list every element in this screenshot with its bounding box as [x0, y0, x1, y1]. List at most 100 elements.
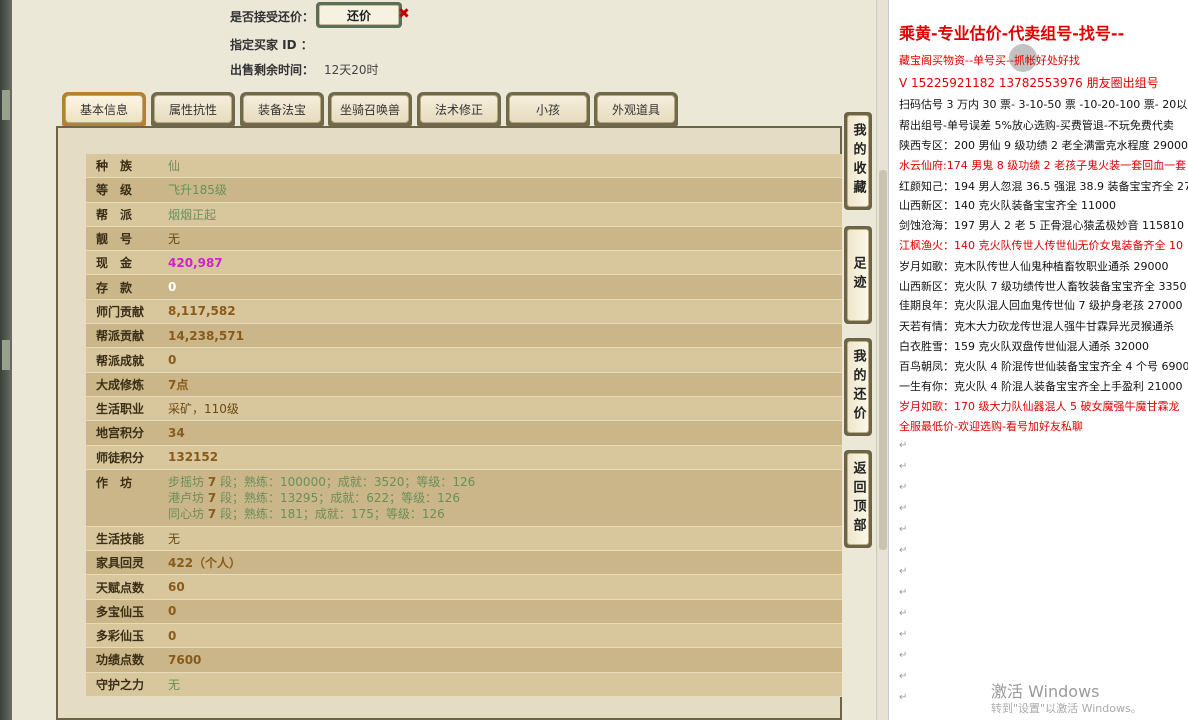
doc-line: 百鸟朝凤：克火队 4 阶混传世仙装备宝宝齐全 4 个号 6900	[899, 360, 1188, 373]
doc-line: 藏宝阁买物资--单号买--抓帐好处好找	[899, 54, 1080, 67]
tab-label: 基本信息	[65, 95, 143, 123]
row-value: 420,987	[168, 255, 223, 270]
table-row: 存 款 0	[86, 275, 842, 300]
table-row: 作 坊 步摇坊 7 段；熟练：100000；成就：3520；等级：126 港卢坊…	[86, 469, 842, 527]
close-icon[interactable]: ✖	[398, 6, 410, 22]
table-row: 多宝仙玉 0	[86, 599, 842, 625]
footprints-button[interactable]: 足迹	[844, 226, 872, 324]
table-row: 大成修炼 7点	[86, 372, 842, 397]
workshop-line: 步摇坊 7 段；熟练：100000；成就：3520；等级：126	[168, 474, 475, 490]
row-value: 仙	[168, 159, 181, 174]
row-label: 生活技能	[96, 532, 145, 546]
tab-basic-info[interactable]: 基本信息	[62, 92, 146, 126]
tab-spell-correction[interactable]: 法术修正	[417, 92, 501, 126]
tab-appearance[interactable]: 外观道具	[594, 92, 678, 126]
row-label: 靓 号	[96, 232, 133, 247]
doc-line: 帮出组号-单号误差 5%放心选购-买费管退-不玩免费代卖	[899, 119, 1174, 132]
table-row: 帮派成就 0	[86, 348, 842, 373]
table-row: 师徒积分 132152	[86, 445, 842, 470]
workshop-name: 同心坊	[168, 506, 205, 521]
offer-button[interactable]: 还价	[316, 2, 402, 28]
workshop-level: 7	[207, 490, 217, 505]
back-to-top-button[interactable]: 返回顶部	[844, 450, 872, 548]
doc-line: 红颜知己：194 男人忽混 36.5 强混 38.9 装备宝宝齐全 270	[899, 180, 1188, 193]
side-button-label: 我的收藏	[847, 115, 869, 207]
tab-label: 属性抗性	[154, 95, 232, 123]
table-row: 种 族仙	[86, 154, 842, 179]
doc-line: 扫码估号 3 万内 30 票- 3-10-50 票 -10-20-100 票- …	[899, 98, 1188, 111]
doc-line: 江枫渔火：140 克火队传世人传世仙无价女鬼装备齐全 10	[899, 239, 1183, 252]
row-label: 多宝仙玉	[96, 604, 145, 619]
table-row: 现 金 420,987	[86, 251, 842, 276]
paragraph-mark: ↵	[899, 692, 908, 703]
workshop-detail: 段；熟练：13295；成就：622；等级：126	[220, 490, 461, 505]
activate-windows-watermark: 激活 Windows	[991, 682, 1100, 701]
table-row: 多彩仙玉 0	[86, 624, 842, 649]
table-row: 靓 号无	[86, 226, 842, 252]
workshop-detail: 段；熟练：100000；成就：3520；等级：126	[220, 474, 476, 489]
scrollbar-thumb[interactable]	[879, 170, 887, 550]
tab-equipment[interactable]: 装备法宝	[240, 92, 324, 126]
row-value: 14,238,571	[168, 328, 244, 343]
tab-attributes[interactable]: 属性抗性	[151, 92, 235, 126]
table-row: 师门贡献 8,117,582	[86, 299, 842, 325]
table-row: 天赋点数 60	[86, 575, 842, 600]
doc-line: 岁月如歌：170 级大力队仙器混人 5 破女魔强牛魔甘霖龙	[899, 400, 1180, 413]
row-label: 天赋点数	[96, 580, 145, 595]
tab-mounts-pets[interactable]: 坐骑召唤兽	[328, 92, 412, 126]
workshop-line: 同心坊 7 段；熟练：181；成就：175；等级：126	[168, 506, 475, 522]
doc-line: 全服最低价-欢迎选购-看号加好友私聊	[899, 420, 1083, 433]
time-left-label: 出售剩余时间：	[230, 63, 315, 77]
my-offers-button[interactable]: 我的还价	[844, 338, 872, 436]
row-value: 34	[168, 425, 185, 440]
side-button-label: 我的还价	[847, 341, 869, 433]
paragraph-mark: ↵	[899, 629, 908, 640]
page-scrollbar[interactable]	[876, 0, 888, 720]
row-value: 60	[168, 580, 185, 595]
workshop-name: 步摇坊	[168, 474, 205, 489]
doc-line: 一生有你：克火队 4 阶混人装备宝宝齐全上手盈利 21000	[899, 380, 1183, 393]
row-value: 0	[168, 280, 177, 295]
row-label: 帮派贡献	[96, 329, 145, 344]
accept-offer-label: 是否接受还价：	[230, 10, 315, 24]
buyer-id-label: 指定买家 ID ：	[230, 38, 313, 52]
workshop-level: 7	[207, 474, 217, 489]
doc-line: 剑蚀沧海：197 男人 2 老 5 正骨混心猿孟极妙音 115810	[899, 219, 1184, 232]
table-row: 等 级 飞升185级	[86, 178, 842, 203]
doc-line: 陕西专区：200 男仙 9 级功绩 2 老全满雷克水程度 29000	[899, 139, 1188, 152]
doc-line: 山西新区：克火队 7 级功绩传世人畜牧装备宝宝齐全 3350	[899, 280, 1187, 293]
row-label: 现 金	[96, 256, 133, 271]
table-row: 帮 派 烟烟正起	[86, 202, 842, 227]
row-label: 大成修炼	[96, 377, 145, 392]
tab-label: 坐骑召唤兽	[331, 95, 409, 123]
paragraph-mark: ↵	[899, 440, 908, 451]
doc-line: 天若有情：克木大力砍龙传世混人强牛甘霖异光灵猴通杀	[899, 320, 1174, 333]
row-label: 家具回灵	[96, 556, 145, 571]
paragraph-mark: ↵	[899, 545, 908, 556]
desktop-edge-marker	[2, 90, 10, 120]
side-button-label: 足迹	[847, 229, 869, 321]
row-label: 功绩点数	[96, 653, 145, 668]
paragraph-mark: ↵	[899, 587, 908, 598]
workshop-list: 步摇坊 7 段；熟练：100000；成就：3520；等级：126 港卢坊 7 段…	[168, 474, 475, 522]
paragraph-mark: ↵	[899, 461, 908, 472]
workshop-line: 港卢坊 7 段；熟练：13295；成就：622；等级：126	[168, 490, 475, 506]
document-pane: 乘黄-专业估价-代卖组号-找号-- 藏宝阁买物资--单号买--抓帐好处好找 V …	[888, 0, 1188, 720]
row-value: 132152	[168, 450, 219, 465]
table-row: 守护之力 无	[86, 672, 842, 697]
row-value: 无	[168, 532, 181, 546]
row-value: 烟烟正起	[168, 207, 217, 222]
tab-label: 法术修正	[420, 95, 498, 123]
time-left-value: 12天20时	[324, 63, 379, 77]
paragraph-mark: ↵	[899, 524, 908, 535]
row-label: 等 级	[96, 183, 133, 198]
tab-label: 外观道具	[597, 95, 675, 123]
doc-line: 白衣胜雪：159 克火队双盘传世仙混人通杀 32000	[899, 340, 1149, 353]
time-left-row: 出售剩余时间： 12天20时	[230, 61, 379, 78]
my-favorites-button[interactable]: 我的收藏	[844, 112, 872, 210]
game-window: 是否接受还价： 还价 ✖ 指定买家 ID ： 出售剩余时间： 12天20时 基本信…	[12, 0, 888, 720]
paragraph-mark: ↵	[899, 482, 908, 493]
row-label: 作 坊	[96, 475, 133, 490]
tab-children[interactable]: 小孩	[506, 92, 590, 126]
tab-label: 小孩	[509, 95, 587, 123]
